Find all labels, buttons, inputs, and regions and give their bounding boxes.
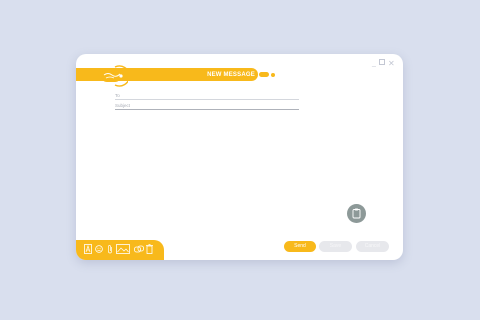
maximize-button[interactable] [379, 59, 385, 65]
subject-input[interactable] [115, 101, 299, 109]
delete-icon[interactable] [146, 244, 153, 254]
title-decoration [259, 72, 269, 77]
save-button[interactable]: Save [319, 241, 352, 252]
close-button[interactable]: ✕ [388, 60, 395, 68]
subject-field [115, 101, 299, 110]
text-format-icon[interactable] [84, 244, 92, 254]
note-icon [352, 208, 361, 219]
emoji-icon[interactable] [95, 244, 103, 254]
window-title: NEW MESSAGE [207, 72, 255, 78]
cancel-button[interactable]: Cancel [356, 241, 389, 252]
to-input[interactable] [115, 91, 299, 99]
mail-logo-icon [98, 65, 131, 87]
floating-action-button[interactable] [347, 204, 366, 223]
title-decoration-dot [271, 73, 275, 77]
to-field [115, 91, 299, 100]
minimize-button[interactable]: _ [372, 60, 376, 68]
send-button[interactable]: Send [284, 241, 316, 252]
new-message-window: NEW MESSAGE _ ✕ To Subject Send Save Can… [76, 54, 403, 260]
image-icon[interactable] [116, 244, 130, 254]
formatting-toolbar [76, 240, 164, 260]
attachment-icon[interactable] [107, 244, 113, 254]
link-icon[interactable] [134, 244, 144, 254]
